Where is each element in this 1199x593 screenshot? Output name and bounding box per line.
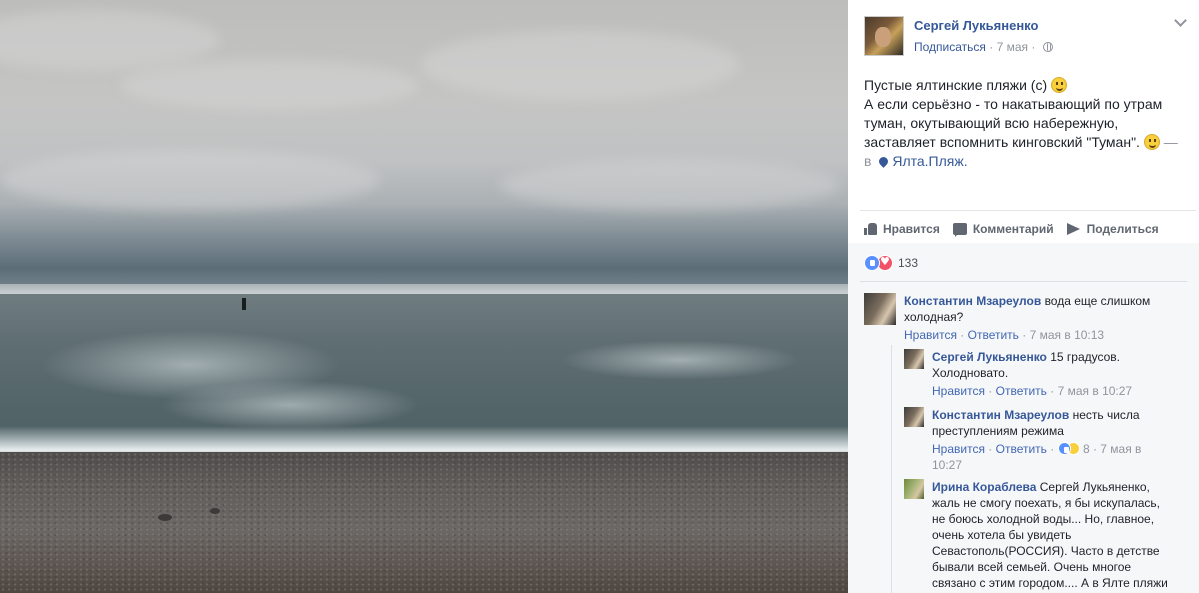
commenter-avatar[interactable] <box>904 349 924 369</box>
photo-glitter <box>160 380 420 430</box>
comment-meta: Нравится · Ответить · 8 · 7 мая в 10:27 <box>932 441 1154 473</box>
reply-comment: Ирина Кораблева Сергей Лукьяненко, жаль … <box>904 479 1184 593</box>
share-button[interactable]: Поделиться <box>1066 222 1159 236</box>
comment-like-link[interactable]: Нравится <box>932 442 985 456</box>
commenter-avatar[interactable] <box>864 293 896 325</box>
post-text-line2: А если серьёзно - то накатывающий по утр… <box>864 96 1163 150</box>
comment-meta: Нравится · Ответить · 7 мая в 10:13 <box>904 327 1174 343</box>
like-button[interactable]: Нравится <box>864 222 940 236</box>
meta-separator: · <box>985 40 997 54</box>
follow-link[interactable]: Подписаться <box>914 40 986 54</box>
comment-body: Сергей Лукьяненко 15 градусов. Холоднова… <box>932 349 1154 399</box>
comment-like-link[interactable]: Нравится <box>932 384 985 398</box>
commenter-name[interactable]: Ирина Кораблева <box>932 480 1036 494</box>
comment-body: Константин Мзареулов вода еще слишком хо… <box>904 293 1174 343</box>
comment-time[interactable]: 7 мая в 10:13 <box>1030 328 1105 342</box>
comment-meta: Нравится · Ответить · 7 мая в 10:27 <box>932 383 1154 399</box>
photo-bird <box>210 508 220 514</box>
meta-separator: · <box>1046 442 1058 456</box>
comment-label: Комментарий <box>972 222 1054 236</box>
comment: Константин Мзареулов вода еще слишком хо… <box>864 293 1184 345</box>
comment-reply-link[interactable]: Ответить <box>996 384 1047 398</box>
share-icon <box>1066 223 1080 235</box>
comment-time[interactable]: 7 мая в 10:27 <box>1058 384 1133 398</box>
photo-pebbles <box>0 452 848 593</box>
share-label: Поделиться <box>1086 222 1159 236</box>
pin-icon <box>877 155 891 168</box>
photo-glitter <box>560 340 800 380</box>
post-meta: Подписаться · 7 мая · <box>914 40 1053 54</box>
meta-separator: · <box>1046 384 1058 398</box>
divider <box>860 281 1187 282</box>
comments-section: 133 Константин Мзареулов вода еще слишко… <box>848 243 1199 593</box>
commenter-name[interactable]: Константин Мзареулов <box>932 408 1069 422</box>
post-text-line1: Пустые ялтинские пляжи (с) <box>864 77 1052 93</box>
commenter-avatar[interactable] <box>904 479 924 499</box>
meta-separator: · <box>984 384 996 398</box>
photo-cloud <box>500 160 840 210</box>
like-label: Нравится <box>883 222 940 236</box>
comment-body: Константин Мзареулов несть числа преступ… <box>932 407 1154 473</box>
smile-icon <box>1051 77 1068 93</box>
comment-text: Сергей Лукьяненко, жаль не смогу поехать… <box>932 480 1168 590</box>
like-icon <box>864 223 877 235</box>
location-prefix: в <box>864 153 876 169</box>
globe-icon <box>1042 42 1053 52</box>
photo-bird <box>158 514 172 521</box>
photo-cloud <box>0 150 380 210</box>
meta-separator: · <box>984 442 996 456</box>
post-photo[interactable] <box>0 0 848 593</box>
commenter-avatar[interactable] <box>904 407 924 427</box>
meta-separator: · <box>1028 40 1039 54</box>
smile-icon <box>1143 134 1160 150</box>
post-text: Пустые ялтинские пляжи (с) А если серьёз… <box>864 76 1188 171</box>
meta-separator: · <box>1089 442 1101 456</box>
reactions-summary[interactable]: 133 <box>864 255 918 271</box>
like-reaction-icon <box>1057 442 1071 455</box>
comment-reply-link[interactable]: Ответить <box>968 328 1019 342</box>
post-panel: Сергей Лукьяненко Подписаться · 7 мая · … <box>848 0 1199 593</box>
like-reaction-icon <box>864 255 880 271</box>
reply-comment: Сергей Лукьяненко 15 градусов. Холоднова… <box>904 349 1184 401</box>
author-avatar[interactable] <box>864 16 904 56</box>
photo-cloud <box>120 60 420 110</box>
comment-body: Ирина Кораблева Сергей Лукьяненко, жаль … <box>932 479 1168 591</box>
comment-like-link[interactable]: Нравится <box>904 328 957 342</box>
reaction-count: 133 <box>898 256 919 270</box>
post-date[interactable]: 7 мая <box>997 40 1028 54</box>
divider <box>860 210 1196 211</box>
meta-separator: · <box>1018 328 1030 342</box>
comment-reaction-count[interactable]: 8 <box>1083 442 1090 456</box>
location-link[interactable]: Ялта.Пляж. <box>892 153 967 169</box>
meta-separator: · <box>956 328 968 342</box>
commenter-name[interactable]: Сергей Лукьяненко <box>932 350 1047 364</box>
comment-button[interactable]: Комментарий <box>952 222 1054 237</box>
reply-thread-line <box>891 345 892 593</box>
photo-cloud <box>420 30 740 100</box>
author-name[interactable]: Сергей Лукьяненко <box>914 18 1038 33</box>
post-dash: — <box>1159 134 1178 150</box>
comment-reply-link[interactable]: Ответить <box>996 442 1047 456</box>
reply-comment: Константин Мзареулов несть числа преступ… <box>904 407 1184 473</box>
comment-icon <box>952 223 967 237</box>
commenter-name[interactable]: Константин Мзареулов <box>904 294 1041 308</box>
post-header: Сергей Лукьяненко Подписаться · 7 мая · <box>864 16 1194 60</box>
photo-buoy <box>242 298 246 310</box>
action-bar: Нравится Комментарий Поделиться <box>864 219 1172 239</box>
